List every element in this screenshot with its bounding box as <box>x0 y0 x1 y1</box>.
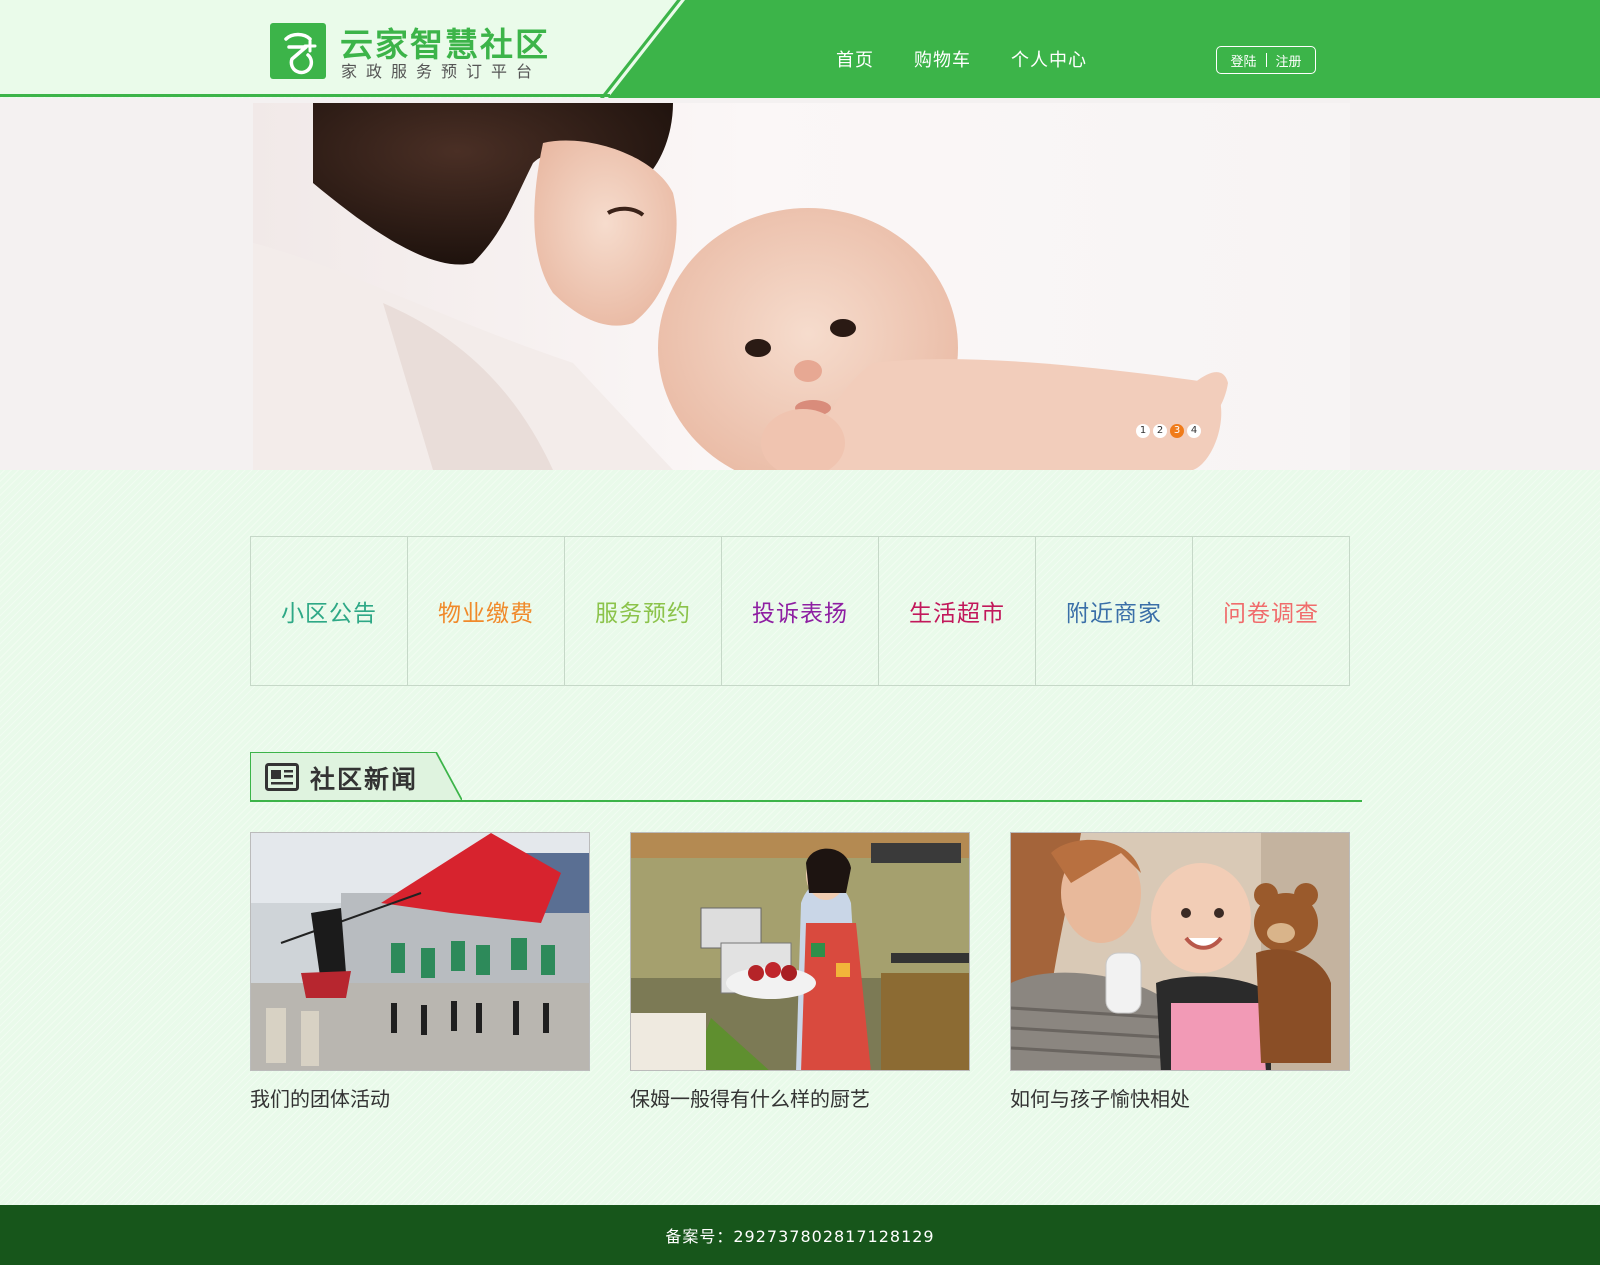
news-card[interactable]: 如何与孩子愉快相处 <box>1010 832 1350 1112</box>
site-header: 云家智慧社区 家政服务预订平台 首页 购物车 个人中心 登陆 注册 <box>0 0 1600 100</box>
main-nav: 首页 购物车 个人中心 <box>836 46 1127 72</box>
nav-item-cart[interactable]: 购物车 <box>914 46 971 72</box>
banner-mother-baby-illustration <box>253 103 1228 470</box>
news-card-image-mother-child[interactable] <box>1010 832 1350 1071</box>
logo-icon[interactable] <box>270 23 326 79</box>
news-card[interactable]: 我们的团体活动 <box>250 832 590 1112</box>
news-card-title[interactable]: 保姆一般得有什么样的厨艺 <box>630 1083 970 1112</box>
news-card-title[interactable]: 如何与孩子愉快相处 <box>1010 1083 1350 1112</box>
news-section-header: 社区新闻 <box>250 752 1362 802</box>
auth-box: 登陆 注册 <box>1216 46 1316 74</box>
banner-dot-2[interactable]: 2 <box>1153 424 1167 438</box>
service-nearby-merchants[interactable]: 附近商家 <box>1036 537 1193 685</box>
news-divider-line <box>250 800 1362 802</box>
news-cards: 我们的团体活动 保姆一般得有什么样的厨艺 如何与孩子愉快相处 <box>250 832 1350 1122</box>
nav-item-home[interactable]: 首页 <box>836 46 874 72</box>
service-appointment[interactable]: 服务预约 <box>565 537 722 685</box>
service-supermarket[interactable]: 生活超市 <box>879 537 1036 685</box>
banner-pagination: 1 2 3 4 <box>1136 424 1201 438</box>
news-card-image-group-activity[interactable] <box>250 832 590 1071</box>
newspaper-icon <box>265 763 299 791</box>
service-grid: 小区公告 物业缴费 服务预约 投诉表扬 生活超市 附近商家 问卷调查 <box>250 536 1350 686</box>
news-card-image-kitchen[interactable] <box>630 832 970 1071</box>
news-card[interactable]: 保姆一般得有什么样的厨艺 <box>630 832 970 1112</box>
news-section-title: 社区新闻 <box>310 765 419 794</box>
header-bottom-line <box>0 94 610 97</box>
service-community-notice[interactable]: 小区公告 <box>251 537 408 685</box>
banner-image[interactable] <box>253 103 1350 470</box>
logo-subtitle: 家政服务预订平台 <box>341 62 542 81</box>
banner-dot-1[interactable]: 1 <box>1136 424 1150 438</box>
service-complaint-praise[interactable]: 投诉表扬 <box>722 537 879 685</box>
banner-dot-4[interactable]: 4 <box>1187 424 1201 438</box>
nav-item-profile[interactable]: 个人中心 <box>1011 46 1087 72</box>
service-property-payment[interactable]: 物业缴费 <box>408 537 565 685</box>
site-footer: 备案号：292737802817128129 <box>0 1205 1600 1265</box>
service-survey[interactable]: 问卷调查 <box>1193 537 1349 685</box>
news-card-title[interactable]: 我们的团体活动 <box>250 1083 590 1112</box>
login-link[interactable]: 登陆 <box>1230 51 1256 70</box>
footer-record-number: 备案号：292737802817128129 <box>665 1227 935 1246</box>
register-link[interactable]: 注册 <box>1276 51 1302 70</box>
banner-dot-3[interactable]: 3 <box>1170 424 1184 438</box>
auth-divider <box>1265 53 1267 67</box>
